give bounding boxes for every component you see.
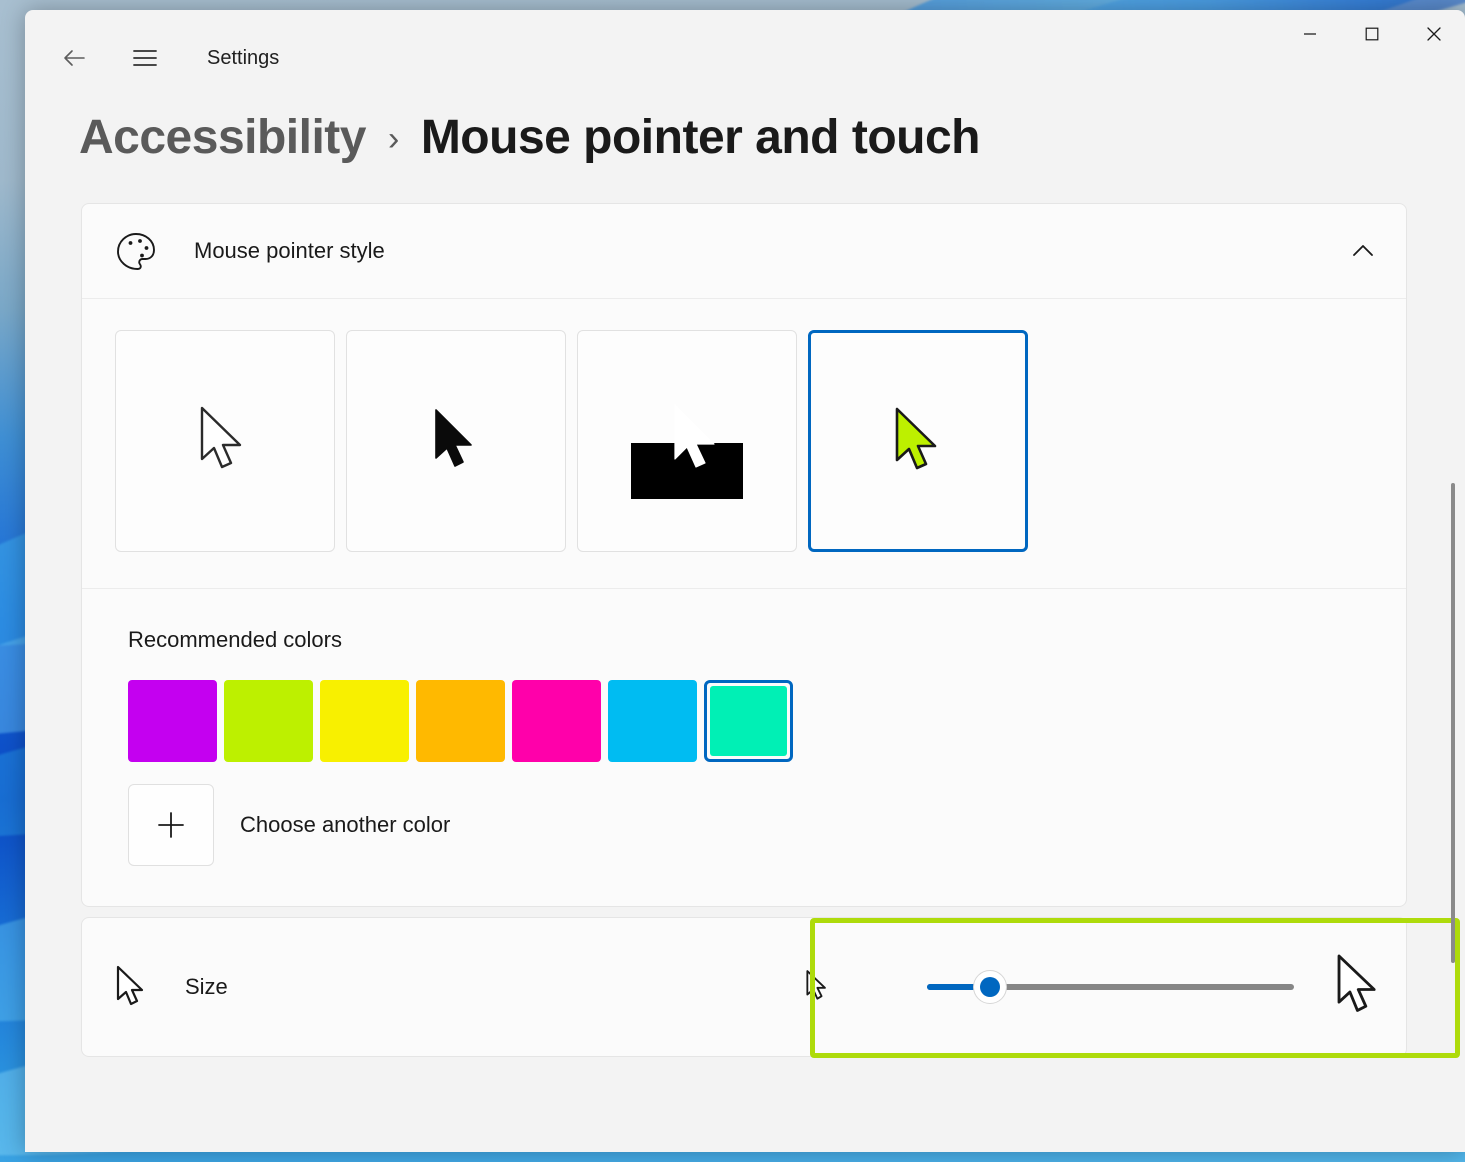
white-pointer-icon [200, 406, 242, 469]
color-swatch-yellow[interactable] [320, 680, 409, 762]
back-button[interactable] [55, 38, 95, 78]
mouse-pointer-style-card: Mouse pointer style Recommended colors C… [81, 203, 1407, 907]
small-pointer-preview-icon [806, 970, 826, 1000]
swatch-fill [128, 680, 217, 762]
pointer-style-option-custom[interactable] [808, 330, 1028, 552]
choose-another-color-row: Choose another color [128, 784, 1406, 906]
color-swatch-purple[interactable] [128, 680, 217, 762]
swatch-fill [608, 680, 697, 762]
pointer-style-option-inverted[interactable] [577, 330, 797, 552]
palette-icon [117, 233, 155, 270]
mouse-pointer-style-header[interactable]: Mouse pointer style [82, 204, 1406, 298]
close-icon [1427, 27, 1441, 41]
pointer-size-icon [116, 965, 144, 1006]
close-button[interactable] [1403, 10, 1465, 58]
maximize-icon [1365, 27, 1379, 41]
slider-thumb-inner [979, 977, 1000, 997]
maximize-button[interactable] [1341, 10, 1403, 58]
color-swatch-spring-green[interactable] [704, 680, 793, 762]
inverted-pointer-icon [631, 404, 743, 499]
color-swatch-lime[interactable] [224, 680, 313, 762]
window-controls [1279, 10, 1465, 58]
color-swatch-magenta[interactable] [512, 680, 601, 762]
minimize-icon [1304, 33, 1316, 35]
pointer-style-option-white[interactable] [115, 330, 335, 552]
pointer-size-slider[interactable] [927, 970, 1295, 1004]
back-arrow-icon [64, 50, 85, 66]
pointer-style-option-black[interactable] [346, 330, 566, 552]
breadcrumb-parent-link[interactable]: Accessibility [79, 110, 366, 165]
settings-content: Mouse pointer style Recommended colors C… [25, 203, 1465, 1133]
choose-another-color-label: Choose another color [240, 812, 451, 837]
recommended-colors-title: Recommended colors [128, 627, 342, 652]
pointer-style-options [82, 299, 1406, 588]
pointer-size-slider-area [804, 918, 1386, 1056]
navigation-menu-button[interactable] [125, 38, 165, 78]
color-swatch-cyan[interactable] [608, 680, 697, 762]
page-title: Mouse pointer and touch [420, 111, 981, 164]
mouse-pointer-style-label: Mouse pointer style [194, 238, 385, 263]
vertical-scrollbar[interactable] [1451, 483, 1455, 963]
swatch-fill [416, 680, 505, 762]
window-titlebar: Settings [25, 10, 1465, 88]
breadcrumb: Accessibility › Mouse pointer and touch [25, 88, 1465, 165]
swatch-fill [320, 680, 409, 762]
minimize-button[interactable] [1279, 10, 1341, 58]
plus-icon [158, 812, 184, 838]
settings-window: Settings Accessibility › Mouse pointer a… [25, 10, 1465, 1152]
recommended-colors-section: Recommended colors Choose another color [82, 589, 1406, 906]
breadcrumb-separator-icon: › [387, 120, 399, 158]
pointer-size-label: Size [185, 974, 228, 999]
black-pointer-icon [435, 409, 472, 467]
slider-thumb[interactable] [972, 970, 1007, 1004]
custom-color-pointer-icon [895, 407, 937, 470]
swatch-fill [224, 680, 313, 762]
hamburger-menu-icon [133, 50, 157, 66]
color-swatch-list [128, 680, 1406, 762]
desktop-wallpaper: Settings Accessibility › Mouse pointer a… [0, 0, 1465, 1162]
color-swatch-orange[interactable] [416, 680, 505, 762]
choose-another-color-button[interactable] [128, 784, 214, 866]
pointer-size-card: Size [81, 917, 1460, 1058]
swatch-fill [710, 686, 787, 756]
app-title: Settings [207, 47, 280, 69]
large-pointer-preview-icon [1337, 954, 1376, 1012]
swatch-fill [512, 680, 601, 762]
chevron-up-icon[interactable] [1346, 234, 1380, 268]
